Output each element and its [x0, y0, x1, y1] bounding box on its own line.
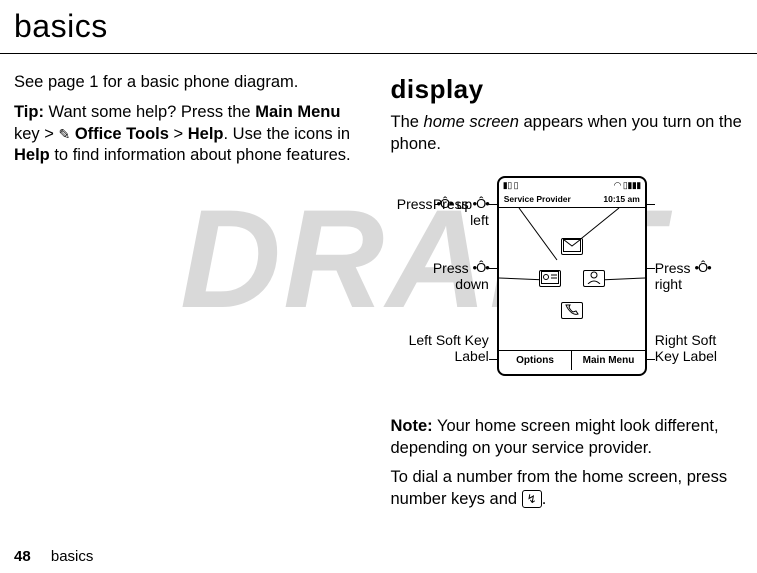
lsk-b: Label: [454, 348, 488, 364]
help-text: Help: [188, 125, 224, 143]
office-tools-text: Office Tools: [75, 125, 169, 143]
tip-text-b: key >: [14, 125, 58, 143]
card-icon: [541, 271, 559, 284]
note-body: Your home screen might look different, d…: [391, 417, 719, 457]
left-tip: Tip: Want some help? Press the Main Menu…: [14, 102, 367, 167]
nav-icon: •Ô•: [694, 261, 710, 276]
home-screen-body: [499, 208, 645, 350]
clock-time: 10:15 am: [603, 194, 639, 205]
call-icon: [561, 302, 583, 319]
status-left-icons: ▮▯ ▯: [503, 180, 518, 192]
soft-key-bar: Options Main Menu: [499, 350, 645, 370]
status-right-icons: ◠ ▯▮▮▮: [614, 180, 641, 192]
message-icon: [561, 238, 583, 255]
p3-a: To dial a number from the home screen, p…: [391, 468, 728, 508]
gt-1: >: [169, 125, 188, 143]
phone-screen: ▮▯ ▯ ◠ ▯▮▮▮ Service Provider 10:15 am: [497, 176, 647, 376]
right-column: display The home screen appears when you…: [391, 72, 744, 519]
note-label: Note:: [391, 417, 433, 435]
right-p1: The home screen appears when you turn on…: [391, 112, 744, 156]
tip-label: Tip:: [14, 103, 44, 121]
footer-section: basics: [51, 548, 94, 565]
nav-icon: •Ô•: [436, 197, 452, 212]
soft-key-left: Options: [499, 351, 573, 370]
label-left-soft-key: Left Soft Key Label: [397, 332, 489, 364]
press-down-b: down: [455, 276, 488, 292]
press-up-a: Press: [397, 196, 437, 212]
tip-text-a: Want some help? Press the: [44, 103, 255, 121]
connector-line: [489, 359, 497, 360]
press-left-b: left: [470, 212, 489, 228]
page-footer: 48 basics: [14, 548, 93, 565]
home-screen-text: home screen: [424, 113, 519, 131]
connector-line: [489, 204, 497, 205]
left-p1: See page 1 for a basic phone diagram.: [14, 72, 367, 94]
contacts-icon: [539, 270, 561, 287]
label-press-up: Press •Ô• up: [397, 196, 472, 212]
label-press-right: Press •Ô• right: [655, 260, 711, 292]
status-bar: ▮▯ ▯ ◠ ▯▮▮▮: [499, 178, 645, 194]
tip-text-d: to find information about phone features…: [50, 146, 351, 164]
rsk-b: Key Label: [655, 348, 717, 364]
note-paragraph: Note: Your home screen might look differ…: [391, 416, 744, 460]
main-menu-key-text: Main Menu: [255, 103, 340, 121]
nav-icon: •Ô•: [473, 261, 489, 276]
phone-icon: [563, 303, 581, 316]
help-text-2: Help: [14, 146, 50, 164]
page-number: 48: [14, 548, 31, 565]
label-press-down: Press •Ô• down: [397, 260, 489, 292]
person-icon: [585, 271, 603, 284]
home-screen-lines: [499, 208, 645, 350]
press-up-b: up: [453, 196, 472, 212]
connector-line: [647, 359, 655, 360]
tip-text-c: . Use the icons in: [224, 125, 351, 143]
phone-diagram: Press •Ô• left Press •Ô• down Left Soft …: [397, 164, 737, 404]
p1-a: The: [391, 113, 424, 131]
nav-icon: •Ô•: [473, 197, 489, 212]
dial-paragraph: To dial a number from the home screen, p…: [391, 467, 744, 511]
press-down-a: Press: [433, 260, 473, 276]
connector-line: [647, 204, 655, 205]
press-right-b: right: [655, 276, 682, 292]
title-bar: Service Provider 10:15 am: [499, 194, 645, 208]
p3-b: .: [542, 490, 547, 508]
service-provider: Service Provider: [504, 194, 571, 205]
press-right-a: Press: [655, 260, 695, 276]
left-column: See page 1 for a basic phone diagram. Ti…: [14, 72, 367, 519]
office-tools-icon: ✎: [58, 125, 70, 143]
page-title: basics: [14, 8, 757, 45]
soft-key-right: Main Menu: [572, 351, 645, 370]
display-heading: display: [391, 72, 744, 106]
call-key-icon: ↯: [522, 490, 542, 508]
envelope-icon: [563, 239, 581, 252]
connector-line: [647, 268, 655, 269]
content-columns: See page 1 for a basic phone diagram. Ti…: [0, 54, 757, 519]
profile-icon: [583, 270, 605, 287]
label-right-soft-key: Right Soft Key Label: [655, 332, 717, 364]
connector-line: [489, 268, 497, 269]
rsk-a: Right Soft: [655, 332, 716, 348]
lsk-a: Left Soft Key: [409, 332, 489, 348]
